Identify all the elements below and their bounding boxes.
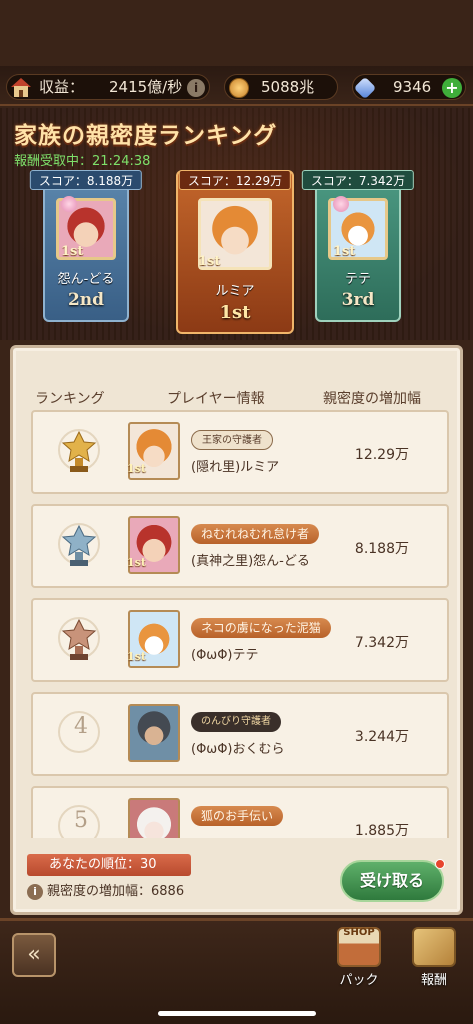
ranking-row[interactable]: 5 狐のお手伝い 1.885万 [31,786,449,838]
income-label: 収益： [39,78,85,96]
player-title-tag: ねむれねむれ怠け者 [191,524,320,544]
rank-badge: 1st [127,650,146,663]
silver-trophy-icon [58,523,100,566]
rank-badge: 1st [333,244,356,259]
podium-place: 2nd [67,290,105,310]
column-increase: 親密度の増加幅 [323,391,421,407]
podium-name: 怨ん-どる [57,272,115,287]
notification-dot [435,859,445,869]
player-title-tag: 王家の守護者 [191,430,273,450]
pack-label: パック [339,973,379,988]
player-avatar [128,798,180,838]
ranking-panel: ランキング プレイヤー情報 親密度の増加幅 1st 王家の守護者 (隠れ里)ルミ… [10,345,463,915]
reward-timer: 報酬受取中：21:24:38 [14,154,151,169]
column-player: プレイヤー情報 [167,391,265,407]
ranking-row[interactable]: 1st ネコの虜になった泥猫 (ΦωΦ)テテ 7.342万 [31,598,449,682]
heart-icon [333,196,349,212]
player-name: (ΦωΦ)おくむら [191,742,285,757]
rank-number: 5 [74,808,88,833]
player-title-tag: ネコの虜になった泥猫 [191,618,331,638]
podium-name: テテ [344,272,371,287]
rank-badge: 1st [61,244,84,259]
bottom-bar: « SHOP パック 報酬 [0,918,473,1024]
back-button[interactable]: « [12,933,56,977]
my-increase-text: 親密度の増加幅：6886 [47,884,185,899]
player-score: 12.29万 [354,447,409,463]
my-rank-badge: あなたの順位：30 [27,854,191,876]
info-icon[interactable]: i [27,884,43,900]
player-score: 3.244万 [354,729,409,745]
ranking-header: 家族の親密度ランキング 報酬受取中：21:24:38 スコア：8.188万 1s… [0,108,473,340]
podium-place: 1st [219,302,251,323]
coin-display: 5088兆 [224,74,338,100]
shop-icon: SHOP [337,927,381,967]
ranking-row[interactable]: 1st ねむれねむれ怠け者 (真神之里)怨ん-どる 8.188万 [31,504,449,588]
back-arrow-icon: « [27,942,41,967]
gold-trophy-icon [58,429,100,472]
player-name: (真神之里)怨ん-どる [191,554,310,569]
income-display: 収益： 2415億/秒 i [6,74,210,100]
reward-button[interactable]: 報酬 [405,927,463,989]
gem-display: 9346 + [352,74,466,100]
info-icon[interactable]: i [187,79,205,97]
podium-score: スコア：8.188万 [29,170,143,190]
player-name: (ΦωΦ)テテ [191,648,259,663]
heart-icon [61,196,77,212]
rank-badge: 1st [198,254,221,269]
income-value: 2415億/秒 [109,78,183,96]
resource-bar: 収益： 2415億/秒 i 5088兆 9346 + [0,66,473,106]
gift-box-icon [412,927,456,967]
gem-icon [353,76,377,100]
ranking-list[interactable]: 1st 王家の守護者 (隠れ里)ルミア 12.29万 1st ねむれねむれ怠け者… [31,410,449,838]
home-indicator[interactable] [158,1011,316,1016]
podium-third[interactable]: スコア：7.342万 1st テテ 3rd [301,170,415,322]
house-icon [11,78,31,97]
coin-value: 5088兆 [261,78,315,96]
gem-value: 9346 [393,78,432,96]
podium-first[interactable]: スコア：12.29万 1st ルミア 1st [176,170,294,334]
player-title-tag: 狐のお手伝い [191,806,284,826]
podium-place: 3rd [341,290,375,310]
ranking-row[interactable]: 4 のんびり守護者 (ΦωΦ)おくむら 3.244万 [31,692,449,776]
player-title-tag: のんびり守護者 [191,712,281,732]
pack-shop-button[interactable]: SHOP パック [330,927,388,989]
podium-score: スコア：7.342万 [301,170,415,190]
podium-second[interactable]: スコア：8.188万 1st 怨ん-どる 2nd [29,170,143,322]
podium-score: スコア：12.29万 [178,170,292,190]
ranking-row[interactable]: 1st 王家の守護者 (隠れ里)ルミア 12.29万 [31,410,449,494]
page-title: 家族の親密度ランキング [14,123,278,149]
reward-label: 報酬 [420,973,447,988]
player-score: 7.342万 [354,635,409,651]
receive-label: 受け取る [359,871,424,890]
rank-number: 4 [74,714,88,739]
shop-sign: SHOP [343,927,375,938]
rank-badge: 1st [127,462,146,475]
my-increase: i 親密度の増加幅：6886 [27,880,184,900]
player-score: 1.885万 [354,823,409,838]
player-score: 8.188万 [354,541,409,557]
coin-icon [229,78,249,98]
podium-name: ルミア [215,284,255,299]
player-name: (隠れ里)ルミア [191,460,280,475]
column-rank: ランキング [35,391,105,407]
rank-badge: 1st [127,556,146,569]
receive-button[interactable]: 受け取る [340,859,445,902]
player-avatar [128,704,180,762]
add-gems-button[interactable]: + [442,78,462,98]
bronze-trophy-icon [58,617,100,660]
